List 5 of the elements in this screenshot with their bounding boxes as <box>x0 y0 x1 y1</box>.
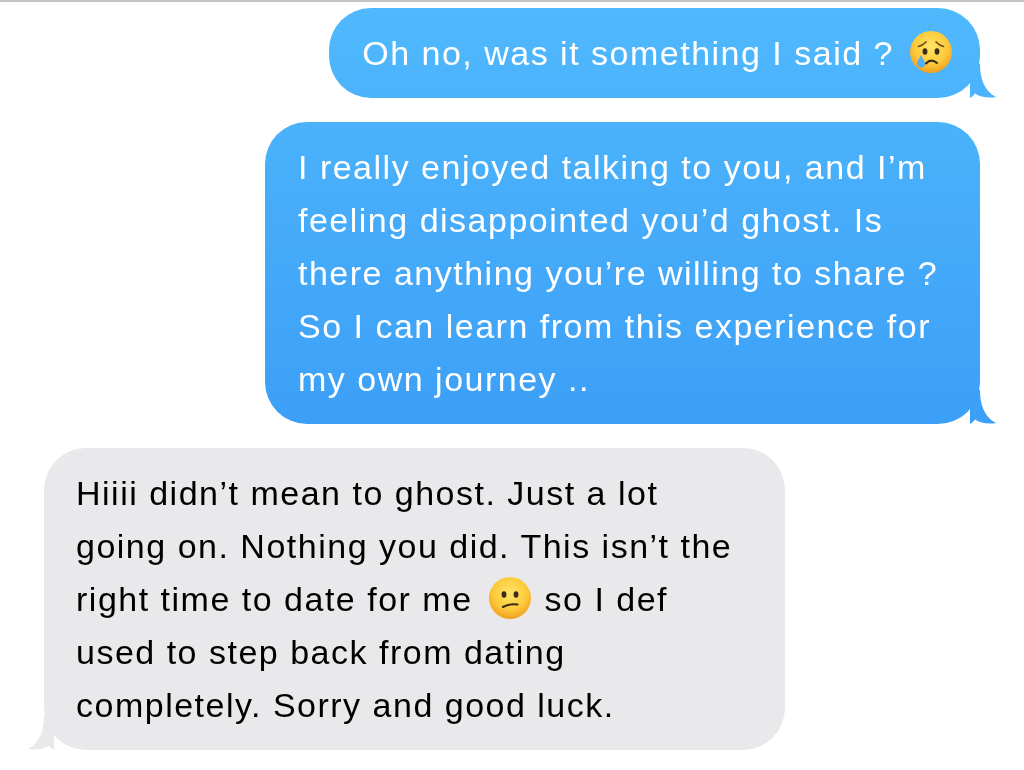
message-text: Hiiii didn’t mean to ghost. Just a lot going on. Nothing you did. This isn’t the right time to date for me so I def used to step back from dating completely. Sorry and good luck. <box>76 473 734 726</box>
crying-face-icon <box>910 31 952 73</box>
confused-face-icon <box>488 577 531 619</box>
message-text: I really enjoyed talking to you, and I’m feeling disappointed you’d ghost. Is there anything you’re willing to share ? So I can learn from this experience for my own journey .. <box>298 147 940 400</box>
message-text: Oh no, was it something I said ? <box>362 27 952 80</box>
